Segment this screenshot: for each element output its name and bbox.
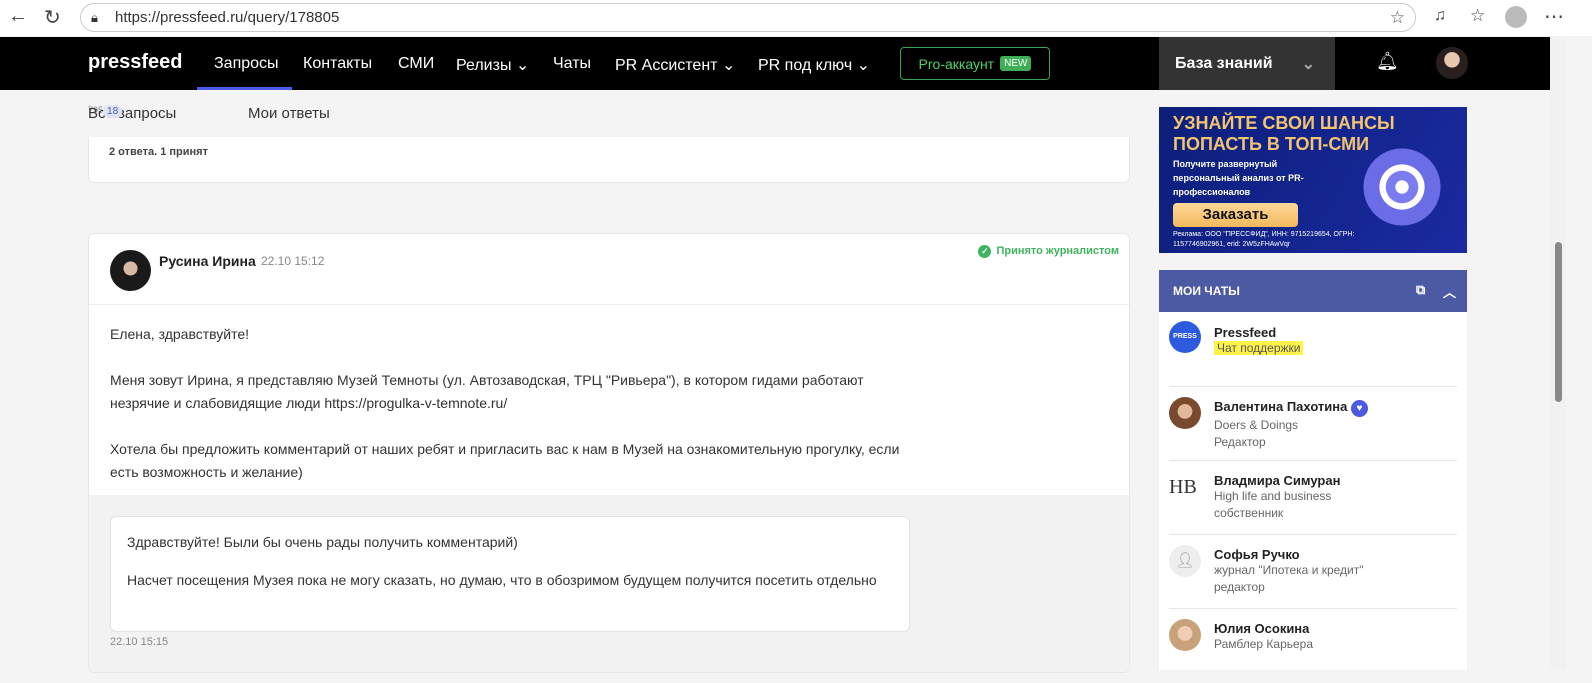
media-icon[interactable]: ♫ <box>1434 7 1446 25</box>
accepted-status: ✓ Принято журналистом <box>978 245 1119 258</box>
nav-pr-assistant[interactable]: PR Ассистент ⌄ <box>615 55 735 75</box>
answer-body: Елена, здравствуйте! Меня зовут Ирина, я … <box>110 326 900 480</box>
chats-title: МОИ ЧАТЫ <box>1173 284 1240 298</box>
knowledge-base-dropdown[interactable]: База знаний ⌄ <box>1159 37 1335 90</box>
chat-item[interactable]: PRESS Pressfeed Чат поддержки <box>1169 312 1457 387</box>
new-badge: NEW <box>1000 56 1032 71</box>
chat-item[interactable]: HB Владмира Симуран High life and busine… <box>1169 461 1457 535</box>
lock-icon: 🔒︎ <box>91 9 98 25</box>
chat-item[interactable]: Валентина Пахотина ♥ Doers & Doings Редак… <box>1169 387 1457 461</box>
answers-status: 2 ответа. 1 принят <box>109 146 208 158</box>
browser-toolbar: ← ↻ 🔒︎ https://pressfeed.ru/query/178805… <box>0 0 1592 36</box>
star-icon[interactable]: ☆ <box>1390 8 1405 28</box>
answer-time: 22.10 15:12 <box>261 254 325 268</box>
author-name[interactable]: Русина Ирина <box>159 253 256 269</box>
chat-item[interactable]: Юлия Осокина Рамблер Карьера <box>1169 609 1457 683</box>
logo[interactable]: pressfeed <box>88 51 183 74</box>
reply-section: Здравствуйте! Были бы очень рады получит… <box>89 495 1129 672</box>
journalist-reply: Здравствуйте! Были бы очень рады получит… <box>110 516 910 632</box>
nav-requests[interactable]: Запросы <box>214 55 279 73</box>
megaphone-illustration <box>1357 142 1447 232</box>
user-avatar[interactable] <box>1436 47 1468 79</box>
bell-icon[interactable]: 🔔︎ <box>1376 51 1399 72</box>
chevron-down-icon: ⌄ <box>1301 55 1315 73</box>
chat-avatar <box>1169 619 1201 651</box>
nav-chats[interactable]: Чаты <box>553 55 591 73</box>
answer-card: Русина Ирина 22.10 15:12 ✓ Принято журнал… <box>88 233 1130 673</box>
previous-request-card: 2 ответа. 1 принят <box>88 137 1130 183</box>
my-chats-panel: МОИ ЧАТЫ ⧉ ︿ PRESS Pressfeed Чат поддерж… <box>1159 270 1467 670</box>
reply-time: 22.10 15:15 <box>110 636 169 648</box>
ad-legal: Реклама: ООО "ПРЕССФИД", ИНН: 9715219654… <box>1173 231 1355 248</box>
back-icon[interactable]: ← <box>8 5 28 28</box>
scrollbar[interactable] <box>1550 37 1566 669</box>
nav-contacts[interactable]: Контакты <box>303 55 372 73</box>
nav-releases[interactable]: Релизы ⌄ <box>456 55 529 75</box>
favorites-icon[interactable]: ☆ <box>1470 6 1485 26</box>
ad-subtitle: Получите развернутый персональный анализ… <box>1173 159 1304 197</box>
pressfeed-avatar: PRESS <box>1169 321 1201 353</box>
ad-banner[interactable]: УЗНАЙТЕ СВОИ ШАНСЫ ПОПАСТЬ В ТОП-СМИ Пол… <box>1159 107 1467 253</box>
chat-avatar <box>1169 397 1201 429</box>
pro-account-button[interactable]: Pro-аккаунт NEW <box>900 47 1050 80</box>
new-count-badge: 18 <box>103 105 123 118</box>
copy-icon[interactable]: ⧉ <box>1416 282 1425 298</box>
ad-headline: УЗНАЙТЕ СВОИ ШАНСЫ ПОПАСТЬ В ТОП-СМИ <box>1173 113 1395 154</box>
heart-badge-icon: ♥ <box>1351 400 1369 417</box>
top-nav: pressfeed Запросы Контакты СМИ Релизы ⌄ … <box>0 37 1550 90</box>
address-bar[interactable]: 🔒︎ https://pressfeed.ru/query/178805 ☆ <box>80 3 1416 32</box>
active-tab-indicator <box>197 87 292 90</box>
url-text: https://pressfeed.ru/query/178805 <box>115 9 340 26</box>
user-placeholder-icon: 👤︎ <box>1169 545 1201 577</box>
nav-media[interactable]: СМИ <box>398 55 434 73</box>
check-icon: ✓ <box>978 245 992 258</box>
profile-icon[interactable] <box>1505 6 1527 28</box>
hb-logo: HB <box>1169 476 1197 498</box>
nav-pr-turnkey[interactable]: PR под ключ ⌄ <box>758 55 870 75</box>
chevron-up-icon[interactable]: ︿ <box>1443 282 1456 301</box>
tab-all-requests[interactable]: Все запросы 795 18 <box>88 105 176 123</box>
refresh-icon[interactable]: ↻ <box>44 5 61 30</box>
more-icon[interactable]: ⋯ <box>1544 4 1564 29</box>
author-avatar[interactable] <box>110 250 151 291</box>
tab-my-answers[interactable]: Мои ответы <box>248 105 330 122</box>
chat-item[interactable]: 👤︎ Софья Ручко журнал "Ипотека и кредит"… <box>1169 535 1457 609</box>
order-button[interactable]: Заказать <box>1173 203 1298 227</box>
